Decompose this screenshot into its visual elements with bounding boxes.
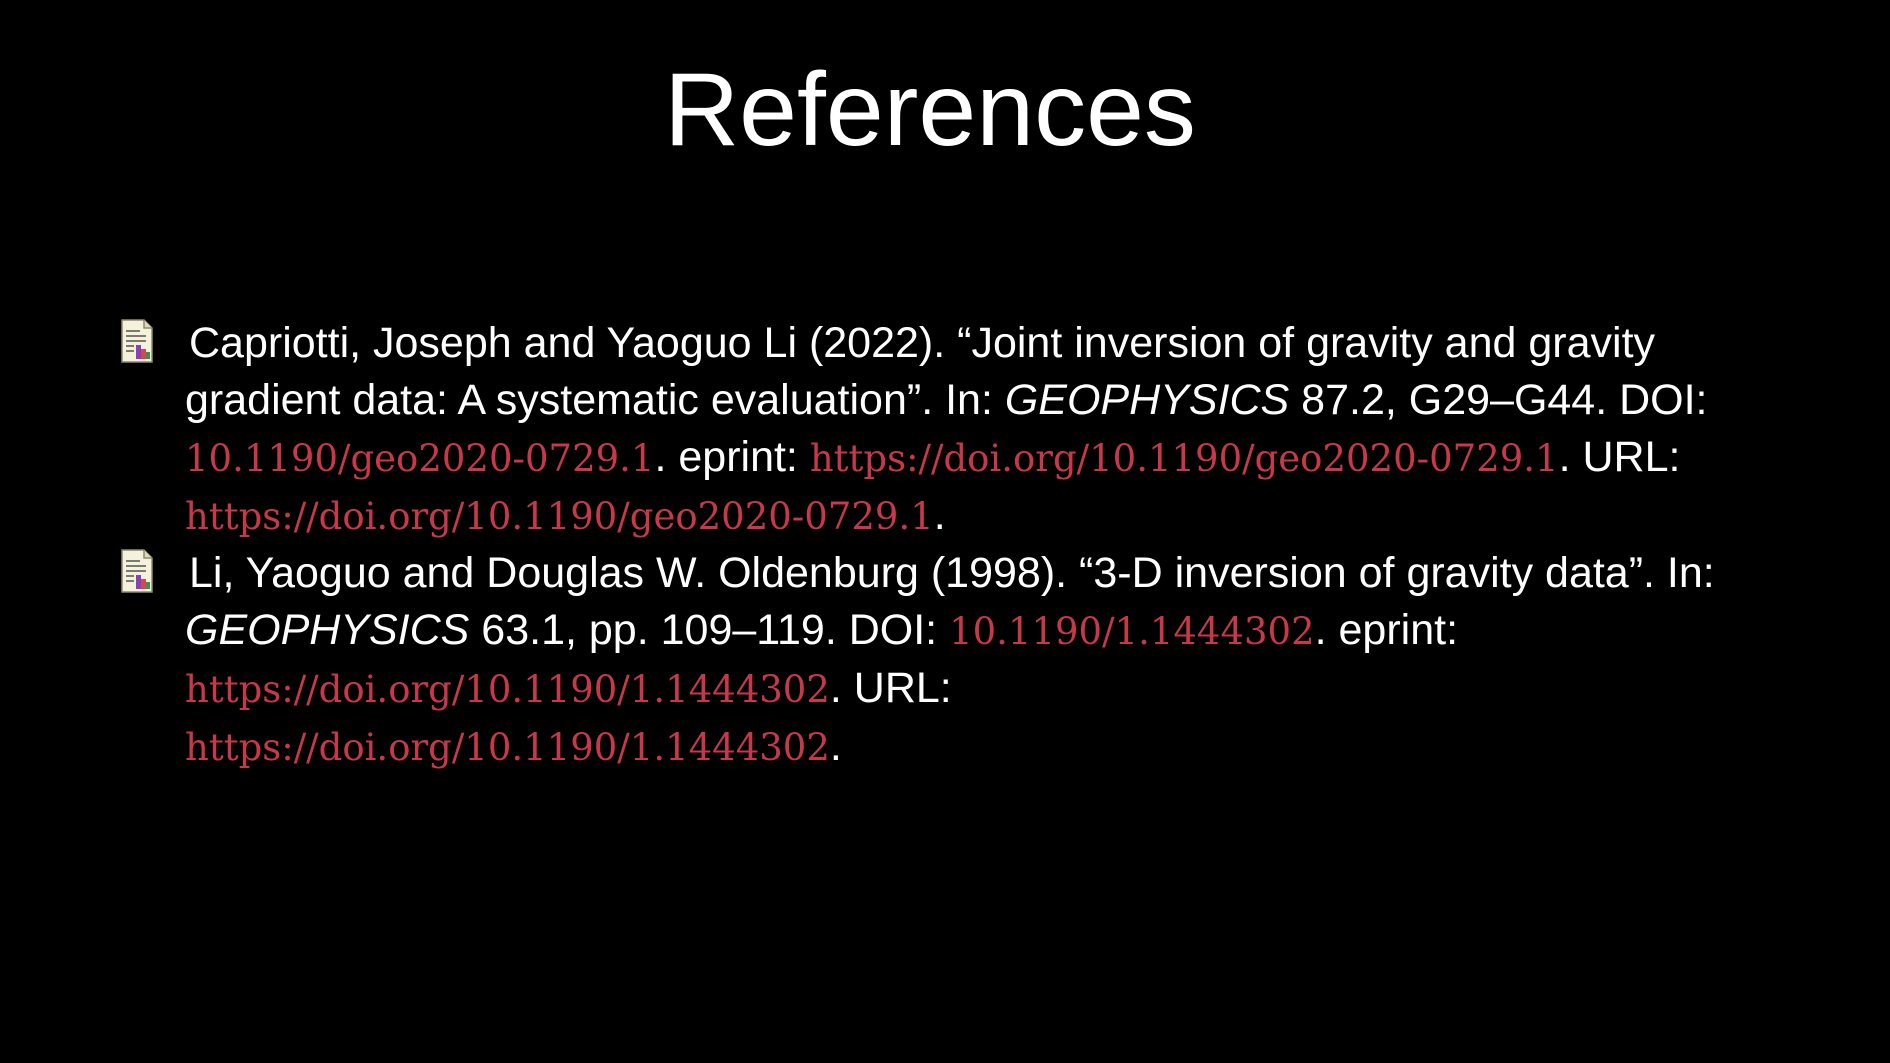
reference-item: Capriotti, Joseph and Yaoguo Li (2022). …: [112, 315, 1792, 545]
reference-text: . eprint:: [654, 433, 810, 481]
journal-name: GEOPHYSICS: [185, 606, 470, 654]
doi-link[interactable]: 10.1190/1.1444302: [949, 610, 1315, 653]
journal-name: GEOPHYSICS: [1004, 376, 1290, 424]
doi-link[interactable]: 10.1190/geo2020-0729.1: [185, 437, 654, 480]
bibliography-article-icon: [121, 319, 153, 363]
url-link[interactable]: https://doi.org/10.1190/1.1444302: [185, 726, 830, 769]
reference-text: . eprint:: [1314, 606, 1459, 654]
reference-text: . URL:: [1558, 433, 1681, 481]
reference-text: .: [933, 491, 946, 539]
url-link[interactable]: https://doi.org/10.1190/geo2020-0729.1: [185, 495, 934, 538]
reference-text: 87.2, G29–G44. DOI:: [1289, 376, 1708, 424]
eprint-link[interactable]: https://doi.org/10.1190/geo2020-0729.1: [810, 437, 1559, 480]
reference-text: Li, Yaoguo and Douglas W. Oldenburg (199…: [189, 549, 1715, 597]
reference-text: 63.1, pp. 109–119. DOI:: [469, 606, 950, 654]
reference-text: . URL:: [829, 664, 952, 712]
bibliography-article-icon: [121, 549, 153, 593]
reference-item: Li, Yaoguo and Douglas W. Oldenburg (199…: [112, 545, 1792, 776]
slide-title: References: [664, 52, 1196, 168]
eprint-link[interactable]: https://doi.org/10.1190/1.1444302: [185, 668, 830, 711]
reference-list: Capriotti, Joseph and Yaoguo Li (2022). …: [112, 315, 1792, 776]
reference-text: .: [829, 722, 842, 770]
